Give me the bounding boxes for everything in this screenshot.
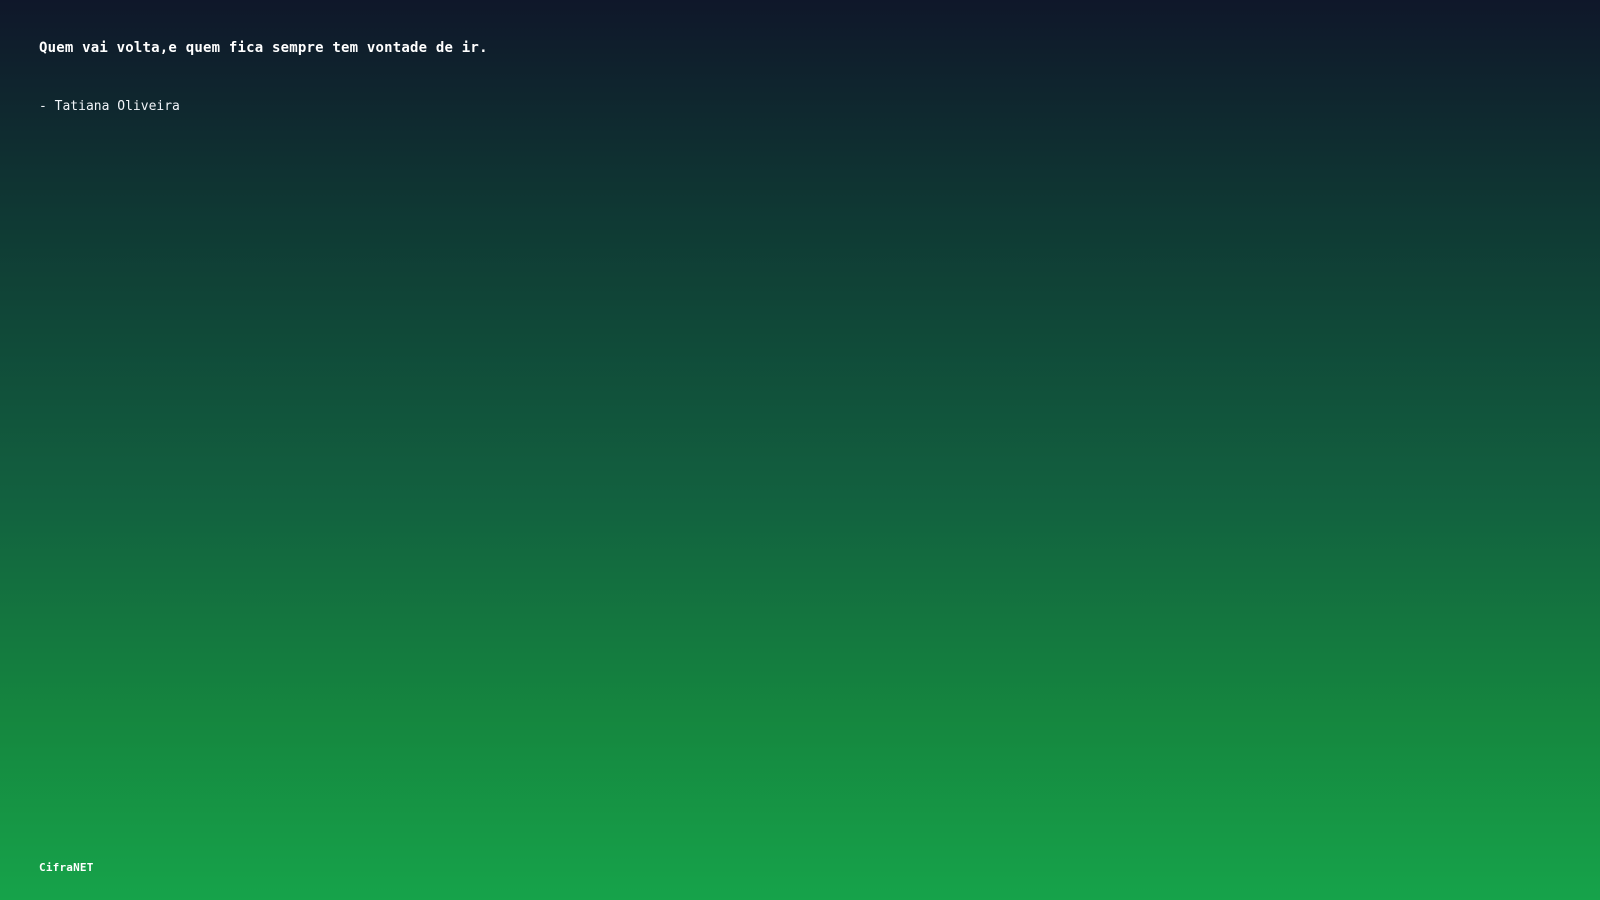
quote-card: Quem vai volta,e quem fica sempre tem vo… <box>39 38 1439 116</box>
brand-label: CifraNET <box>39 861 94 874</box>
quote-author: - Tatiana Oliveira <box>39 99 180 114</box>
quote-text: Quem vai volta,e quem fica sempre tem vo… <box>39 40 488 56</box>
